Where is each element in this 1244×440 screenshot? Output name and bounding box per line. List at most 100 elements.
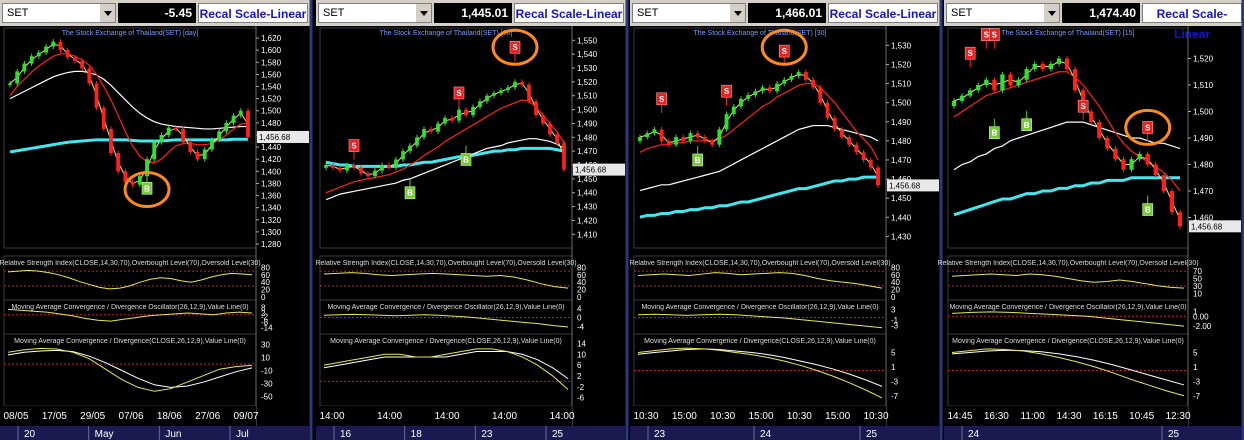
price-tick-label: 1,470 (577, 147, 598, 156)
signal-label: B (1145, 206, 1151, 215)
candle-body (527, 84, 531, 102)
candle-body (1032, 63, 1037, 70)
candle-body (674, 137, 678, 145)
candle-body (847, 137, 852, 145)
macd-tick-label: -7 (891, 392, 899, 401)
candle-body (331, 165, 335, 168)
macd-osc-tick-label: 0 (577, 314, 582, 323)
candle-body (506, 87, 510, 91)
signal-label: B (991, 129, 997, 138)
price-tick-label: 1,510 (891, 80, 912, 89)
macd-signal-line (951, 349, 1185, 386)
candle-body (520, 81, 524, 85)
candle-body (181, 128, 186, 143)
macd-line (951, 348, 1185, 397)
candle-body (359, 167, 363, 174)
macd-tick-label: -3 (891, 377, 899, 386)
candle-body (1000, 74, 1005, 91)
macd-title: Moving Average Convergence / Divergence(… (952, 338, 1184, 345)
chart-svg: The Stock Exchange of Thailand(SET) [60]… (315, 0, 629, 440)
x-tick-label: 14:45 (947, 411, 972, 422)
last-price-label: 1,456.68 (259, 133, 291, 142)
price-tick-label: 1,410 (577, 230, 598, 239)
ma-yellow-line (639, 73, 879, 177)
macd-tick-label: -30 (261, 380, 273, 389)
rsi-title: Relative Strength Index(CLOSE,14,30,70),… (937, 260, 1198, 267)
macd-line (7, 347, 253, 392)
x-tick-label: 12:30 (1165, 411, 1190, 422)
candle-body (471, 106, 475, 116)
price-tick-label: 1,520 (891, 60, 912, 69)
x-tick-label: 14:00 (549, 411, 574, 422)
chart-svg: The Stock Exchange of Thailand(SET) [30]… (629, 0, 943, 440)
signal-label: B (144, 184, 150, 193)
candle-body (224, 122, 229, 132)
macd-tick-label: 1 (1193, 363, 1198, 372)
macd-osc-tick-label: -2.00 (1193, 322, 1212, 331)
candle-body (87, 68, 92, 84)
date-axis-label: May (95, 429, 114, 440)
candle-body (387, 165, 391, 168)
signal-label: S (967, 49, 973, 58)
candle-body (478, 101, 482, 107)
candle-body (94, 83, 99, 108)
macd-signal-line (323, 351, 569, 380)
price-tick-label: 1,440 (261, 143, 282, 152)
price-tick-label: 1,620 (261, 34, 282, 43)
candle-body (188, 142, 193, 152)
candle-body (1072, 69, 1078, 91)
candle-body (15, 71, 20, 84)
date-axis-label: 24 (968, 429, 980, 440)
candle-body (652, 129, 657, 134)
rsi-title: Relative Strength Index(CLOSE,14,30,70),… (629, 260, 890, 267)
macd-tick-label: 14 (577, 339, 586, 348)
price-tick-label: 1,580 (261, 58, 282, 67)
price-tick-label: 1,450 (577, 175, 598, 184)
macd-osc-title: Moving Average Convergence / Divergence … (949, 304, 1186, 311)
x-tick-label: 07/06 (118, 411, 143, 422)
price-tick-label: 1,510 (577, 92, 598, 101)
x-tick-label: 10:30 (633, 411, 658, 422)
price-tick-label: 1,480 (1193, 161, 1214, 170)
candle-body (695, 133, 700, 138)
candle-body (789, 75, 794, 80)
candle-body (861, 152, 866, 160)
price-tick-label: 1,490 (891, 118, 912, 127)
candle-body (238, 110, 243, 116)
signal-label: S (512, 43, 518, 52)
macd-title: Moving Average Convergence / Divergence(… (330, 338, 562, 345)
candle-body (443, 117, 447, 124)
candle-body (401, 151, 405, 160)
macd-osc-tick-label: 4 (577, 305, 582, 314)
x-tick-label: 27/06 (195, 411, 220, 422)
date-axis-label: 18 (411, 429, 423, 440)
price-tick-label: 1,400 (261, 167, 282, 176)
candle-body (1145, 153, 1150, 165)
macd-osc-line (637, 313, 883, 329)
candle-body (450, 117, 454, 121)
candle-body (422, 128, 426, 138)
rsi-title: Relative Strength Index(CLOSE,14,30,70),… (315, 260, 576, 267)
signal-label: S (782, 47, 788, 56)
x-tick-label: 10:30 (787, 411, 812, 422)
price-tick-label: 1,530 (577, 64, 598, 73)
price-tick-label: 1,500 (1193, 108, 1214, 117)
price-tick-label: 1,530 (891, 41, 912, 50)
macd-osc-tick-label: 0.00 (1193, 312, 1209, 321)
price-tick-label: 1,520 (261, 95, 282, 104)
ma-red-line (639, 82, 879, 161)
candle-body (394, 159, 398, 168)
x-tick-label: 14:00 (377, 411, 402, 422)
candle-body (1089, 111, 1094, 123)
price-tick-label: 1,510 (1193, 81, 1214, 90)
date-axis-label: Jun (165, 429, 181, 440)
price-tick-label: 1,490 (1193, 134, 1214, 143)
candle-body (1048, 63, 1054, 70)
macd-tick-label: 30 (261, 341, 270, 350)
macd-osc-tick-label: -3 (891, 322, 899, 331)
macd-title: Moving Average Convergence / Divergence(… (14, 338, 246, 345)
candle-body (775, 83, 779, 92)
candle-body (1153, 164, 1158, 176)
candle-body (352, 165, 356, 168)
candle-body (803, 72, 808, 80)
